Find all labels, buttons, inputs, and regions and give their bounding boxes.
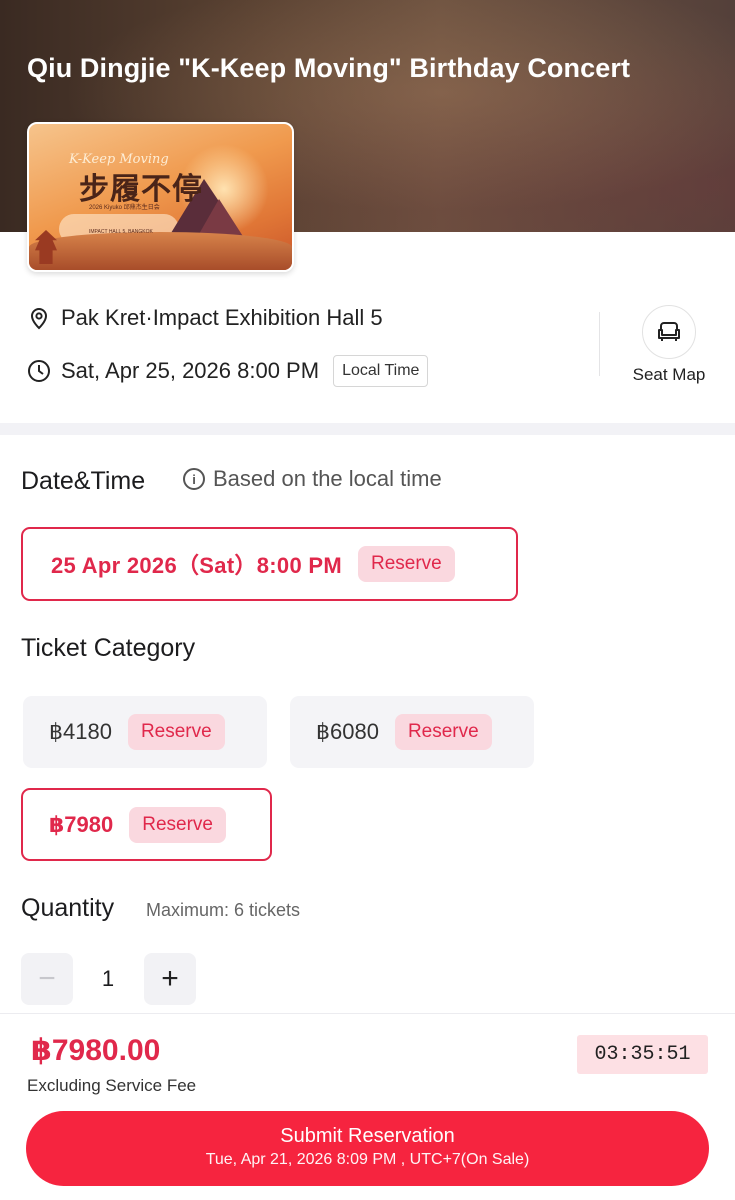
- ticket-price: ฿7980: [49, 811, 114, 837]
- info-icon: i: [183, 468, 205, 490]
- countdown-timer: 03:35:51: [577, 1035, 708, 1074]
- local-time-hint: i Based on the local time: [183, 466, 442, 492]
- poster-hills: [29, 232, 292, 270]
- location-pin-icon: [27, 306, 51, 330]
- ticket-option-4180[interactable]: ฿4180 Reserve: [23, 696, 267, 768]
- event-title: Qiu Dingjie "K-Keep Moving" Birthday Con…: [27, 53, 631, 83]
- quantity-maximum: Maximum: 6 tickets: [146, 900, 301, 920]
- seat-map-label: Seat Map: [632, 365, 706, 384]
- date-reserve-badge: Reserve: [358, 546, 455, 582]
- info-divider: [599, 312, 600, 376]
- local-time-hint-text: Based on the local time: [213, 466, 442, 491]
- quantity-heading: Quantity: [21, 894, 115, 922]
- datetime-text: Sat, Apr 25, 2026 8:00 PM: [61, 358, 320, 383]
- quantity-increase-button[interactable]: +: [144, 953, 196, 1005]
- event-poster[interactable]: K-Keep Moving 步履不停 2026 Kiyuko 邱鼎杰生日会 IM…: [27, 122, 294, 272]
- date-time-heading: Date&Time: [21, 467, 146, 495]
- section-separator: [0, 423, 735, 435]
- ticket-option-6080[interactable]: ฿6080 Reserve: [290, 696, 534, 768]
- service-fee-note: Excluding Service Fee: [27, 1076, 197, 1095]
- poster-venue: IMPACT HALL 5, BANGKOK: [89, 229, 153, 235]
- armchair-icon[interactable]: [642, 305, 696, 359]
- date-option-selected[interactable]: 25 Apr 2026（Sat）8:00 PM Reserve: [21, 527, 518, 601]
- submit-sale-time: Tue, Apr 21, 2026 8:09 PM , UTC+7(On Sal…: [205, 1151, 530, 1168]
- ticket-reserve-badge: Reserve: [129, 806, 226, 843]
- quantity-value: 1: [101, 966, 115, 991]
- location-text: Pak Kret·Impact Exhibition Hall 5: [61, 305, 383, 330]
- poster-subtitle: 2026 Kiyuko 邱鼎杰生日会: [89, 205, 160, 211]
- submit-label: Submit Reservation: [280, 1125, 455, 1147]
- seat-map-button[interactable]: Seat Map: [622, 305, 716, 385]
- ticket-category-heading: Ticket Category: [21, 634, 196, 662]
- ticket-price: ฿6080: [316, 719, 379, 744]
- ticket-price: ฿4180: [49, 719, 112, 744]
- ticket-option-7980[interactable]: ฿7980 Reserve: [21, 788, 272, 861]
- location-row: Pak Kret·Impact Exhibition Hall 5: [27, 305, 383, 331]
- submit-reservation-button[interactable]: Submit Reservation Tue, Apr 21, 2026 8:0…: [26, 1111, 709, 1186]
- clock-icon: [27, 359, 51, 383]
- ticket-reserve-badge: Reserve: [127, 714, 225, 750]
- date-option-label: 25 Apr 2026（Sat）8:00 PM: [51, 553, 342, 578]
- total-price: ฿7980.00: [31, 1034, 161, 1067]
- datetime-row: Sat, Apr 25, 2026 8:00 PM Local Time: [27, 355, 429, 387]
- quantity-decrease-button[interactable]: −: [21, 953, 73, 1005]
- ticket-reserve-badge: Reserve: [394, 714, 492, 750]
- local-time-badge: Local Time: [333, 355, 429, 387]
